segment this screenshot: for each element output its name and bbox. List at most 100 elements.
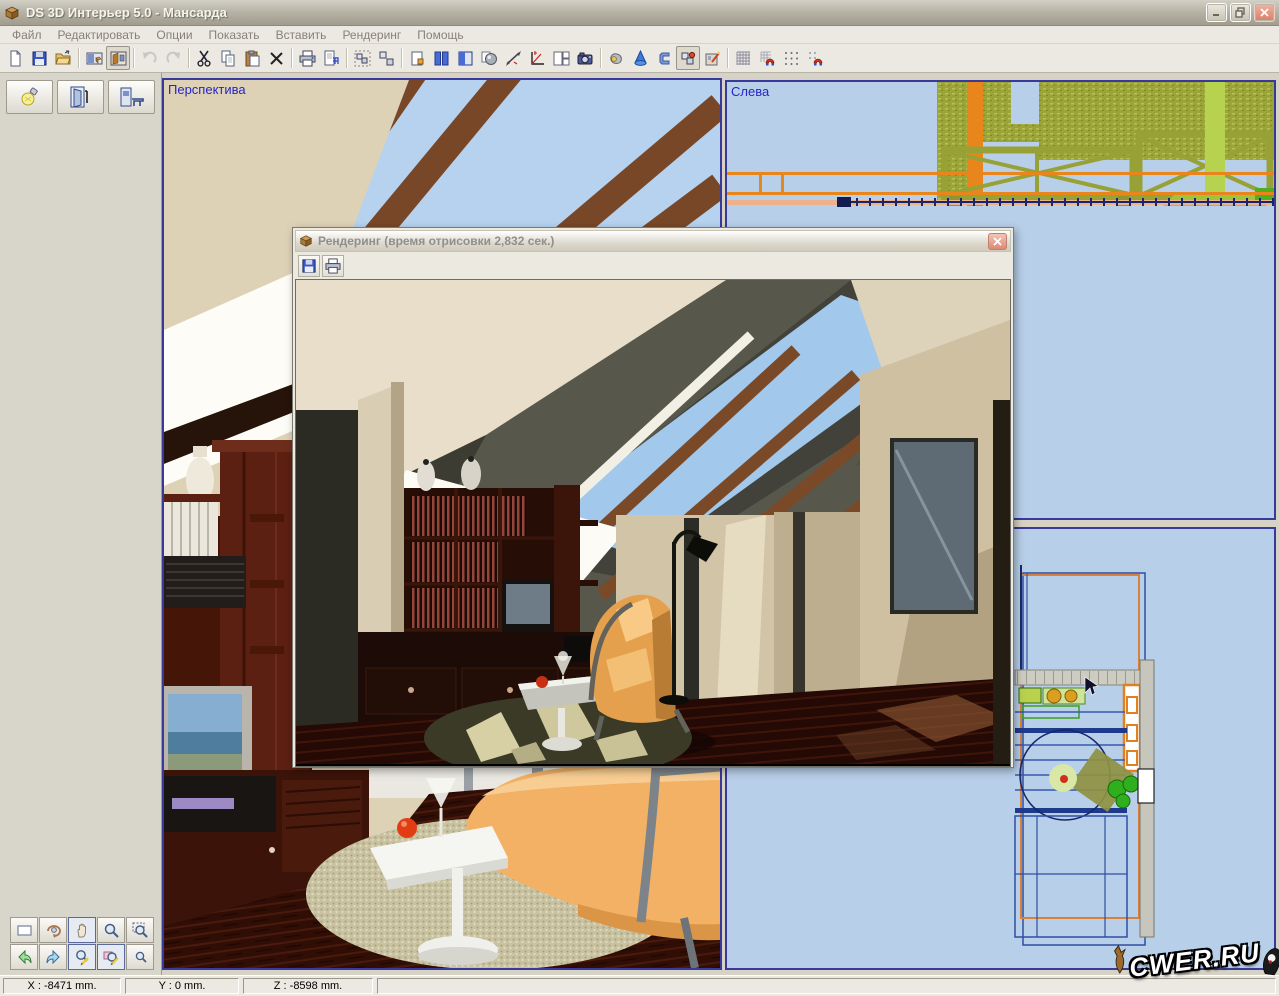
window-layout-button[interactable]	[549, 46, 573, 70]
render-sphere-icon	[481, 50, 498, 67]
left-sidebar	[0, 73, 162, 975]
grid-snap-button[interactable]	[755, 46, 779, 70]
watermark-cat-icon	[1260, 935, 1279, 985]
orbit-button[interactable]	[39, 917, 67, 943]
ungroup-icon	[378, 50, 395, 67]
camera-icon	[577, 50, 594, 67]
toolbar-separator	[288, 47, 295, 69]
print-list-icon	[323, 50, 340, 67]
new-button[interactable]	[3, 46, 27, 70]
toolbar-separator	[343, 47, 350, 69]
cut-icon	[196, 50, 213, 67]
view-back-button[interactable]	[10, 944, 38, 970]
view-room-button[interactable]	[106, 46, 130, 70]
menu-edit[interactable]: Редактировать	[50, 28, 149, 42]
menu-render[interactable]: Рендеринг	[334, 28, 409, 42]
rendered-interior-scene	[296, 280, 1010, 764]
select-rect-button[interactable]	[10, 917, 38, 943]
camera-button[interactable]	[573, 46, 597, 70]
paste-icon	[244, 50, 261, 67]
dot-grid-icon	[783, 50, 800, 67]
menu-options[interactable]: Опции	[148, 28, 200, 42]
save-image-icon	[301, 258, 317, 274]
object-library-button[interactable]	[676, 46, 700, 70]
redo-button[interactable]	[161, 46, 185, 70]
rooms-button[interactable]	[57, 80, 104, 114]
dialog-close-button[interactable]	[988, 233, 1007, 250]
dialog-save-button[interactable]	[298, 255, 320, 277]
print-button[interactable]	[295, 46, 319, 70]
cut-button[interactable]	[192, 46, 216, 70]
magnifier-window-icon	[132, 922, 149, 939]
dot-grid-snap-button[interactable]	[803, 46, 827, 70]
room-editor-button[interactable]	[700, 46, 724, 70]
watermark-coyote-icon	[1112, 934, 1129, 986]
primitive-cone-button[interactable]	[628, 46, 652, 70]
pan-button[interactable]	[68, 917, 96, 943]
menu-file[interactable]: Файл	[4, 28, 50, 42]
toolbar-separator	[130, 47, 137, 69]
split-vertical-button[interactable]	[429, 46, 453, 70]
magnifier-pencil-icon	[74, 949, 91, 966]
zoom-selection-button[interactable]	[97, 944, 125, 970]
furniture-icon	[119, 85, 145, 109]
material-icon	[608, 50, 625, 67]
profile-icon	[656, 50, 673, 67]
close-button[interactable]	[1254, 3, 1275, 22]
cwer-watermark: CWER.RU	[1112, 928, 1279, 992]
zoom-in-region-button[interactable]	[68, 944, 96, 970]
room-door-icon	[68, 85, 94, 109]
dialog-print-button[interactable]	[322, 255, 344, 277]
print-image-icon	[325, 258, 341, 274]
menu-help[interactable]: Помощь	[409, 28, 471, 42]
print-list-button[interactable]	[319, 46, 343, 70]
rendered-image	[295, 279, 1011, 767]
grid-button[interactable]	[731, 46, 755, 70]
axes-button[interactable]	[525, 46, 549, 70]
furniture-button[interactable]	[108, 80, 155, 114]
restore-icon	[1235, 7, 1246, 18]
minimize-button[interactable]	[1206, 3, 1227, 22]
paste-button[interactable]	[240, 46, 264, 70]
duplicate-button[interactable]	[405, 46, 429, 70]
copy-button[interactable]	[216, 46, 240, 70]
delete-button[interactable]	[264, 46, 288, 70]
material-button[interactable]	[604, 46, 628, 70]
menu-show[interactable]: Показать	[201, 28, 268, 42]
open-button[interactable]	[51, 46, 75, 70]
watermark-text: CWER.RU	[1127, 937, 1261, 984]
menu-bar: Файл Редактировать Опции Показать Встави…	[0, 26, 1279, 44]
new-document-icon	[7, 50, 24, 67]
group-button[interactable]	[350, 46, 374, 70]
pan-hand-icon	[74, 922, 91, 939]
lightbulb-icon	[18, 85, 42, 109]
dialog-icon	[299, 234, 313, 248]
split-view-button[interactable]	[453, 46, 477, 70]
render-dialog[interactable]: Рендеринг (время отрисовки 2,832 сек.)	[292, 227, 1014, 768]
save-button[interactable]	[27, 46, 51, 70]
undo-button[interactable]	[137, 46, 161, 70]
status-y: Y : 0 mm.	[125, 978, 239, 994]
window-title: DS 3D Интерьер 5.0 - Мансарда	[26, 5, 1203, 20]
restore-button[interactable]	[1230, 3, 1251, 22]
zoom-window-button[interactable]	[126, 917, 154, 943]
title-bar[interactable]: DS 3D Интерьер 5.0 - Мансарда	[0, 0, 1279, 26]
dialog-title-bar[interactable]: Рендеринг (время отрисовки 2,832 сек.)	[295, 230, 1011, 252]
ungroup-button[interactable]	[374, 46, 398, 70]
copy-icon	[220, 50, 237, 67]
profile-button[interactable]	[652, 46, 676, 70]
redo-icon	[165, 50, 182, 67]
magnifier-selection-icon	[103, 949, 120, 966]
light-sources-button[interactable]	[6, 80, 53, 114]
dot-grid-button[interactable]	[779, 46, 803, 70]
dialog-title: Рендеринг (время отрисовки 2,832 сек.)	[318, 234, 988, 248]
menu-insert[interactable]: Вставить	[268, 28, 335, 42]
zoom-button[interactable]	[97, 917, 125, 943]
view-3d-button[interactable]	[82, 46, 106, 70]
zoom-out-button[interactable]	[126, 944, 154, 970]
measure-button[interactable]	[501, 46, 525, 70]
render-button[interactable]	[477, 46, 501, 70]
dot-grid-magnet-icon	[807, 50, 824, 67]
view-forward-button[interactable]	[39, 944, 67, 970]
toolbar-separator	[185, 47, 192, 69]
